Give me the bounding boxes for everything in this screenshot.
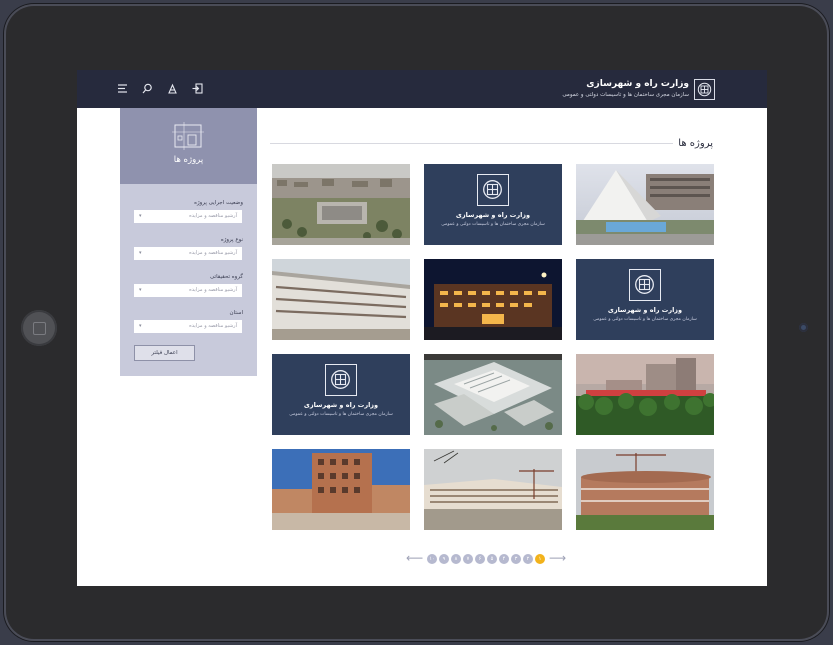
chevron-down-icon: ▾ <box>139 323 142 329</box>
chevron-down-icon: ▾ <box>139 250 142 256</box>
brand-logo-icon[interactable] <box>694 79 715 100</box>
sidebar-header: پروژه ها <box>120 108 257 184</box>
brand-logo-icon <box>325 364 357 396</box>
filter-select-type[interactable]: آرشیو مناقصه و مزایده ▾ <box>134 247 242 260</box>
project-card[interactable] <box>272 259 410 340</box>
project-card[interactable] <box>424 259 562 340</box>
brand-logo-icon <box>629 269 661 301</box>
arrow-left-icon[interactable]: ⟵ <box>406 551 423 565</box>
project-card[interactable] <box>576 449 714 530</box>
section-title: پروژه ها <box>678 138 713 149</box>
building-plan-icon <box>172 122 204 154</box>
page-button[interactable]: ۳ <box>511 554 521 564</box>
brand-card-title: وزارت راه و شهرسازی <box>303 401 379 409</box>
project-card[interactable] <box>576 354 714 435</box>
sidebar-title: پروژه ها <box>173 155 204 165</box>
page-button[interactable]: ۲ <box>523 554 533 564</box>
construction-site-image <box>424 449 562 530</box>
page-button[interactable]: ۸ <box>451 554 461 564</box>
screen: وزارت راه و شهرسازی سازمان مجری ساختمان … <box>77 70 767 586</box>
brand-card-subtitle: سازمان مجری ساختمان ها و تاسیسات دولتی و… <box>441 222 545 227</box>
page-button[interactable]: ۱۰ <box>427 554 437 564</box>
filter-label-group: گروه تحقیقاتی <box>209 274 243 280</box>
round-building-image <box>576 449 714 530</box>
brand-card-title: وزارت راه و شهرسازی <box>607 306 683 314</box>
filter-select-value: آرشیو مناقصه و مزایده <box>189 213 237 219</box>
filter-select-group[interactable]: آرشیو مناقصه و مزایده ▾ <box>134 284 242 297</box>
aerial-city-image <box>272 164 410 245</box>
project-card[interactable] <box>272 449 410 530</box>
user-icon[interactable] <box>167 83 178 94</box>
arrow-right-icon[interactable]: ⟶ <box>549 551 566 565</box>
industrial-trees-image <box>576 354 714 435</box>
chevron-down-icon: ▾ <box>139 287 142 293</box>
long-white-building-image <box>272 259 410 340</box>
filter-label-type: نوع پروژه <box>220 237 243 243</box>
chevron-down-icon: ▾ <box>139 213 142 219</box>
search-icon[interactable] <box>142 83 153 94</box>
page-button[interactable]: ۴ <box>499 554 509 564</box>
filter-sidebar: پروژه ها وضعیت اجرایی پروژه آرشیو مناقصه… <box>120 108 257 376</box>
project-card-brand[interactable]: وزارت راه و شهرسازی سازمان مجری ساختمان … <box>576 259 714 340</box>
menu-icon[interactable] <box>117 83 128 94</box>
top-icons <box>117 83 203 94</box>
page-button[interactable]: ۷ <box>463 554 473 564</box>
page-button[interactable]: ۹ <box>439 554 449 564</box>
home-button[interactable] <box>21 310 57 346</box>
login-icon[interactable] <box>192 83 203 94</box>
filter-select-province[interactable]: آرشیو مناقصه و مزایده ▾ <box>134 320 242 333</box>
page-button[interactable]: ۵ <box>487 554 497 564</box>
project-card-brand[interactable]: وزارت راه و شهرسازی سازمان مجری ساختمان … <box>424 164 562 245</box>
project-card[interactable] <box>272 164 410 245</box>
top-bar: وزارت راه و شهرسازی سازمان مجری ساختمان … <box>77 70 767 108</box>
brand-title[interactable]: وزارت راه و شهرسازی <box>586 79 689 89</box>
section-divider <box>270 143 673 144</box>
brick-building-image <box>272 449 410 530</box>
brand-card-title: وزارت راه و شهرسازی <box>455 211 531 219</box>
project-card[interactable] <box>424 354 562 435</box>
filter-label-province: استان <box>229 310 243 316</box>
brand-card-subtitle: سازمان مجری ساختمان ها و تاسیسات دولتی و… <box>593 317 697 322</box>
page-button-active[interactable]: ۱ <box>535 554 545 564</box>
filter-label-status: وضعیت اجرایی پروژه <box>194 200 243 206</box>
pyramid-building-image <box>576 164 714 245</box>
camera-dot <box>799 323 808 332</box>
brand-logo-icon <box>477 174 509 206</box>
filter-select-status[interactable]: آرشیو مناقصه و مزایده ▾ <box>134 210 242 223</box>
night-building-image <box>424 259 562 340</box>
model-complex-image <box>424 354 562 435</box>
brand-card-subtitle: سازمان مجری ساختمان ها و تاسیسات دولتی و… <box>289 412 393 417</box>
project-card[interactable] <box>424 449 562 530</box>
filter-select-value: آرشیو مناقصه و مزایده <box>189 323 237 329</box>
project-card-brand[interactable]: وزارت راه و شهرسازی سازمان مجری ساختمان … <box>272 354 410 435</box>
filter-select-value: آرشیو مناقصه و مزایده <box>189 250 237 256</box>
filter-select-value: آرشیو مناقصه و مزایده <box>189 287 237 293</box>
project-card[interactable] <box>576 164 714 245</box>
page-button[interactable]: ۶ <box>475 554 485 564</box>
apply-filter-button[interactable]: اعمال فیلتر <box>134 345 195 361</box>
brand-subtitle: سازمان مجری ساختمان ها و تاسیسات دولتی و… <box>562 92 689 98</box>
